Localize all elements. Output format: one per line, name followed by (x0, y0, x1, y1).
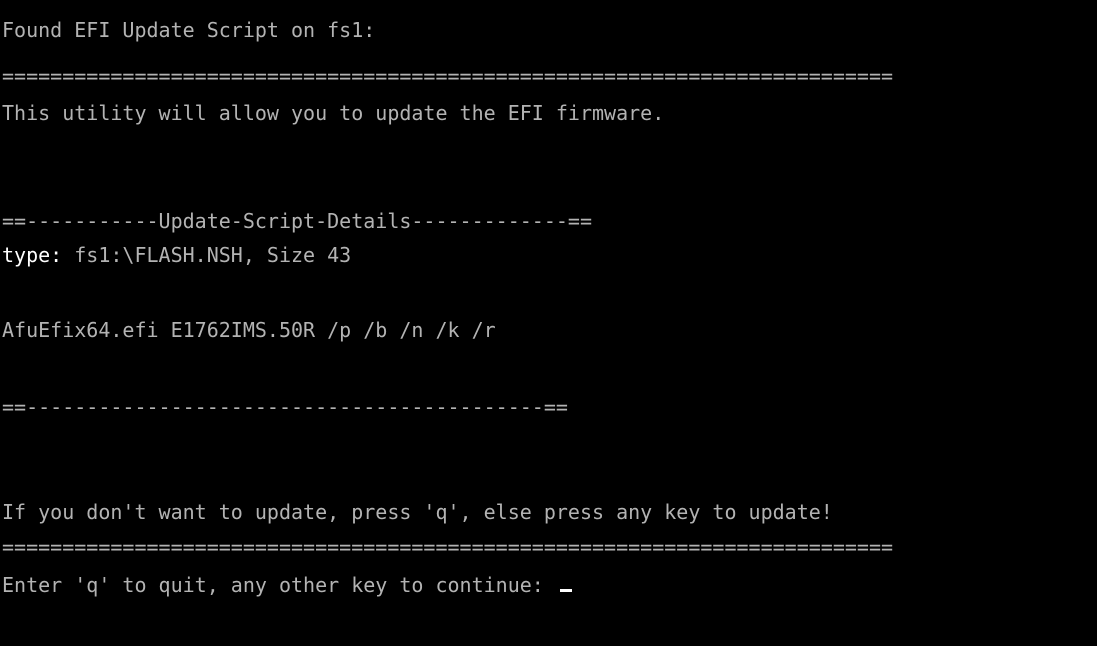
script-type-line: type: fs1:\FLASH.NSH, Size 43 (2, 240, 351, 271)
update-prompt-line: If you don't want to update, press 'q', … (2, 500, 833, 524)
type-label: type: (2, 243, 63, 267)
details-footer-line: ==--------------------------------------… (2, 395, 568, 419)
intro-line: This utility will allow you to update th… (2, 101, 665, 125)
separator-line-bottom: ========================================… (2, 535, 894, 559)
type-value: fs1:\FLASH.NSH, Size 43 (62, 243, 352, 267)
separator-line-top: ========================================… (2, 64, 894, 88)
script-command-line: AfuEfix64.efi E1762IMS.50R /p /b /n /k /… (2, 318, 496, 342)
input-prompt-line[interactable]: Enter 'q' to quit, any other key to cont… (2, 570, 572, 601)
found-script-line: Found EFI Update Script on fs1: (2, 18, 376, 42)
efi-shell-terminal[interactable]: Found EFI Update Script on fs1: ========… (0, 0, 1097, 646)
details-header-line: ==-----------Update-Script-Details------… (2, 209, 593, 233)
text-cursor (559, 589, 572, 592)
input-prompt-text: Enter 'q' to quit, any other key to cont… (2, 573, 556, 597)
